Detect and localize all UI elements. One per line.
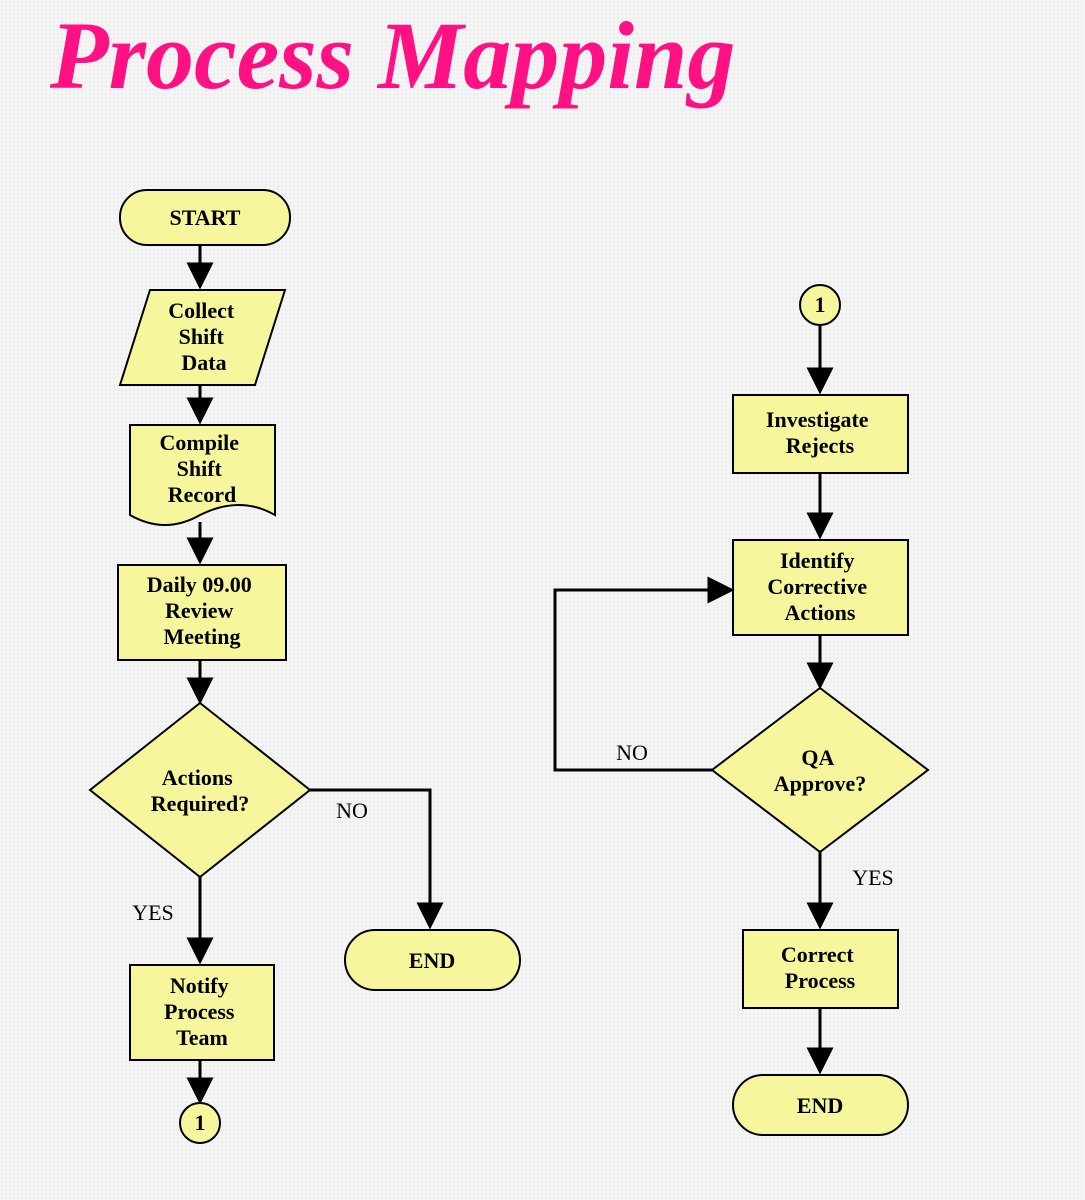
node-end-left-label: END — [409, 948, 455, 973]
label-yes-left: YES — [132, 900, 174, 925]
label-no-right: NO — [616, 740, 648, 765]
flowchart-diagram: START Collect Shift Data Compile Shift R… — [0, 0, 1085, 1200]
arrow — [310, 790, 430, 925]
node-actions-required — [90, 703, 310, 877]
connector-out-1-label: 1 — [195, 1110, 206, 1135]
node-qa-approve — [712, 688, 928, 852]
label-yes-right: YES — [852, 865, 894, 890]
label-no-left: NO — [336, 798, 368, 823]
node-start-label: START — [170, 205, 241, 230]
node-actions-label: Actions Required? — [151, 765, 250, 816]
node-end-right-label: END — [797, 1093, 843, 1118]
node-correct-label: Correct Process — [781, 942, 859, 993]
connector-in-1-label: 1 — [815, 292, 826, 317]
